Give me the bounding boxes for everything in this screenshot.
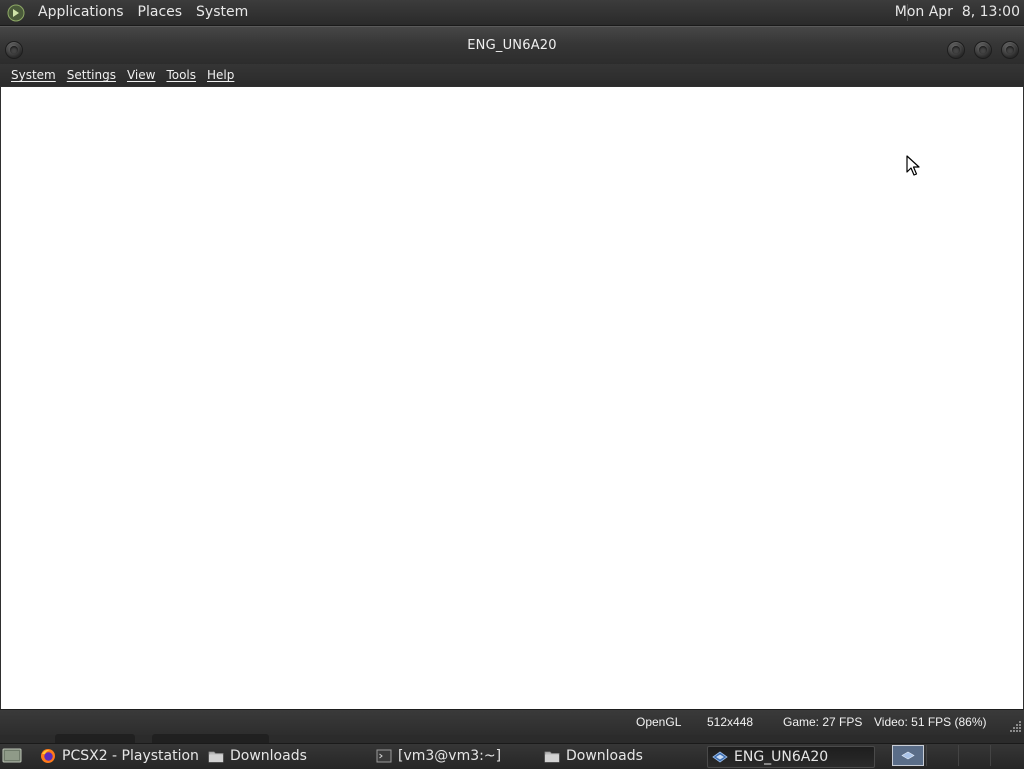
- menu-system[interactable]: System: [6, 64, 62, 86]
- close-button[interactable]: [1001, 41, 1019, 59]
- menu-help[interactable]: Help: [202, 64, 240, 86]
- menu-view[interactable]: View: [122, 64, 161, 86]
- workspace-1-active[interactable]: [892, 745, 924, 766]
- folder-icon: [544, 751, 560, 763]
- task-label: [vm3@vm3:~]: [398, 748, 502, 764]
- status-video-fps: Video: 51 FPS (86%): [874, 715, 987, 729]
- firefox-icon: [41, 749, 55, 763]
- workspace-2[interactable]: [926, 745, 958, 766]
- resize-grip-icon[interactable]: [1010, 720, 1022, 732]
- taskbar-tab-stub: [55, 734, 135, 743]
- window-statusbar: OpenGL 512x448 Game: 27 FPS Video: 51 FP…: [0, 709, 1024, 735]
- workspace-window-preview-icon: [901, 751, 915, 760]
- task-pcsx2-firefox[interactable]: PCSX2 - Playstation ...: [36, 746, 202, 766]
- menu-settings[interactable]: Settings: [62, 64, 122, 86]
- mouse-pointer-icon: [906, 155, 920, 176]
- pcsx2-icon: [712, 751, 728, 763]
- task-terminal[interactable]: [vm3@vm3:~]: [372, 746, 538, 766]
- workspace-4[interactable]: [990, 745, 1022, 766]
- pcsx2-game-window: ENG_UN6A20 System Settings View Tools He…: [0, 26, 1024, 735]
- taskbar-tab-stub: [152, 734, 269, 743]
- menu-tools[interactable]: Tools: [161, 64, 202, 86]
- task-label: PCSX2 - Playstation ...: [62, 748, 202, 764]
- maximize-button[interactable]: [974, 41, 992, 59]
- distro-logo-icon[interactable]: [7, 4, 25, 22]
- task-label: Downloads: [566, 748, 643, 764]
- show-desktop-icon[interactable]: [2, 747, 22, 765]
- status-renderer: OpenGL: [636, 715, 682, 729]
- task-label: ENG_UN6A20: [734, 749, 829, 765]
- window-menubar: System Settings View Tools Help: [0, 64, 1024, 86]
- task-label: Downloads: [230, 748, 307, 764]
- minimize-button[interactable]: [947, 41, 965, 59]
- status-resolution: 512x448: [707, 715, 754, 729]
- status-game-fps: Game: 27 FPS: [783, 715, 863, 729]
- game-render-area[interactable]: [1, 87, 1023, 709]
- task-eng-un6a20[interactable]: ENG_UN6A20: [707, 746, 875, 768]
- task-downloads-2[interactable]: Downloads: [540, 746, 706, 766]
- folder-icon: [208, 751, 224, 763]
- task-downloads-1[interactable]: Downloads: [204, 746, 370, 766]
- terminal-icon: [376, 749, 392, 763]
- window-titlebar[interactable]: ENG_UN6A20: [0, 26, 1024, 65]
- workspace-3[interactable]: [958, 745, 990, 766]
